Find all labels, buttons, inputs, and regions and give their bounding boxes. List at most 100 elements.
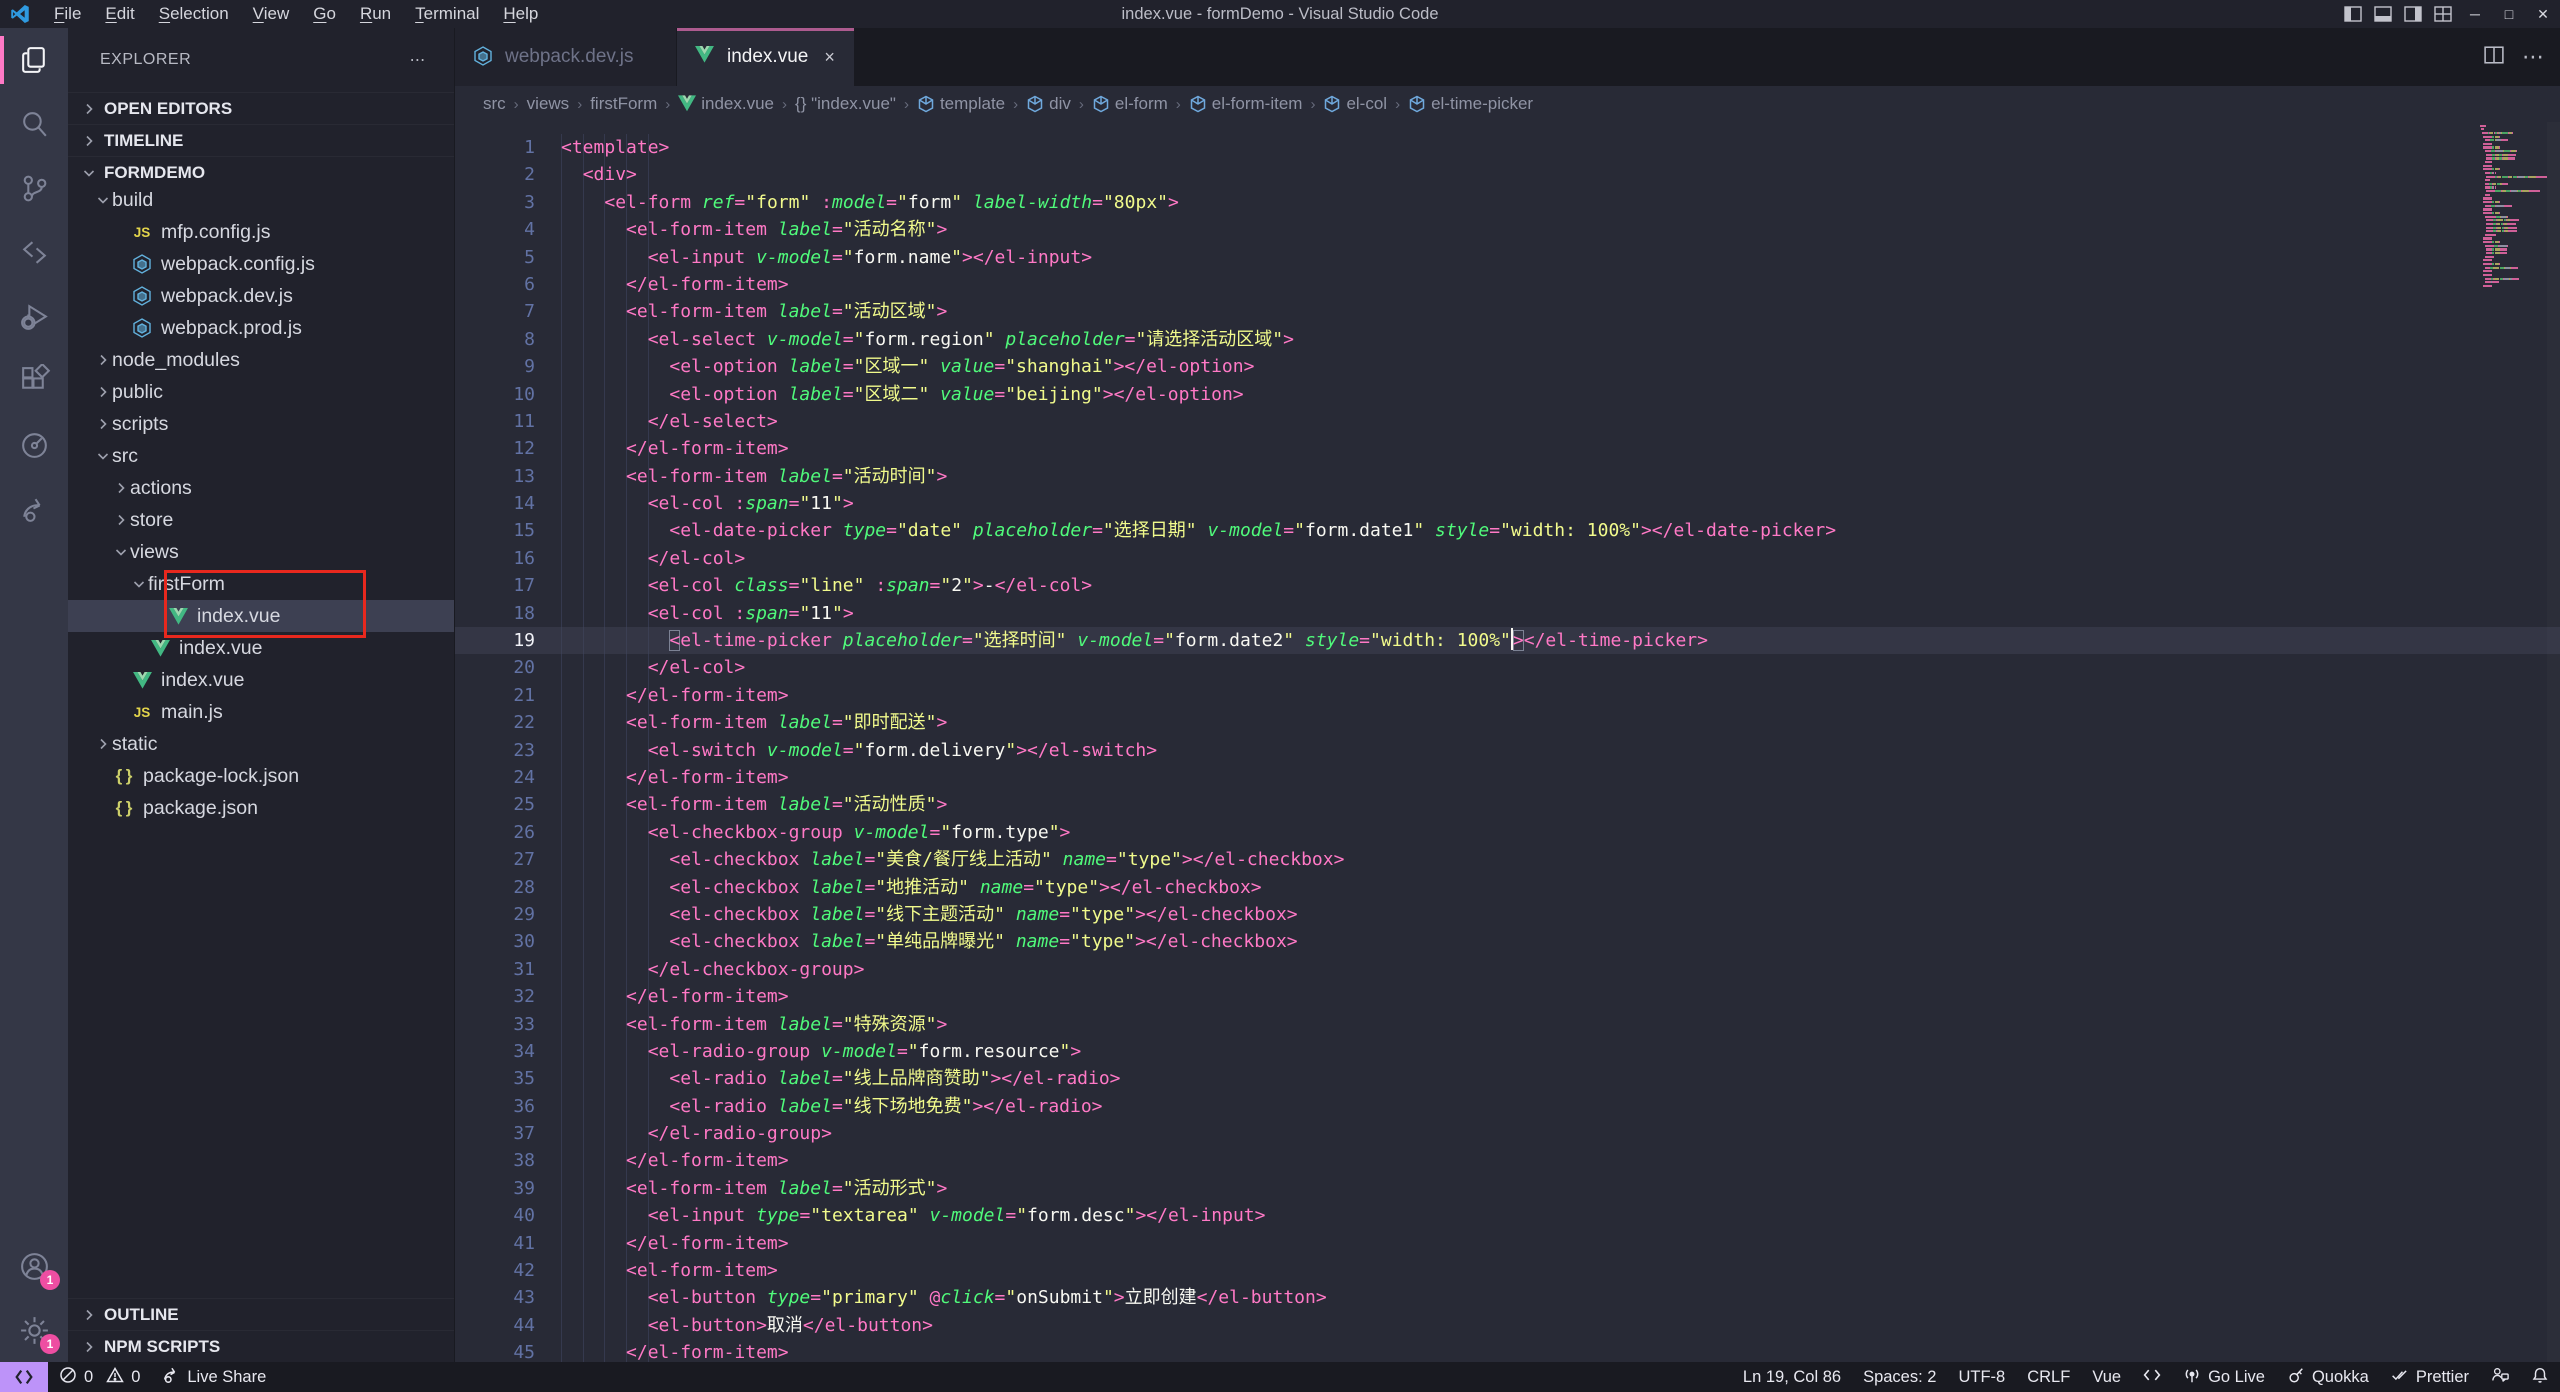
file-index.vue[interactable]: index.vue [68,632,454,664]
tab-webpack-dev-js[interactable]: webpack.dev.js [455,28,677,86]
section-npm-scripts[interactable]: NPM SCRIPTS [68,1330,454,1362]
tab-index-vue[interactable]: index.vue× [677,28,855,86]
code-line-2[interactable]: 2 <div> [455,161,2560,188]
folder-public[interactable]: public [68,376,454,408]
file-webpack.dev.js[interactable]: webpack.dev.js [68,280,454,312]
settings-icon[interactable]: 1 [0,1298,68,1362]
code-line-31[interactable]: 31 </el-checkbox-group> [455,956,2560,983]
close-button[interactable]: ✕ [2526,0,2560,28]
menu-edit[interactable]: Edit [93,0,146,28]
code-line-25[interactable]: 25 <el-form-item label="活动性质"> [455,791,2560,818]
code-line-36[interactable]: 36 <el-radio label="线下场地免费"></el-radio> [455,1093,2560,1120]
status-indentation[interactable]: Spaces: 2 [1852,1362,1947,1392]
code-line-19[interactable]: 19 <el-time-picker placeholder="选择时间" v-… [455,627,2560,654]
toggle-panel-icon[interactable] [2368,0,2398,28]
status-language-mode[interactable]: Vue [2081,1362,2132,1392]
code-line-35[interactable]: 35 <el-radio label="线上品牌商赞助"></el-radio> [455,1065,2560,1092]
breadcrumb-item[interactable]: el-col [1323,94,1387,114]
status-problems[interactable]: 00 [48,1362,151,1392]
menu-view[interactable]: View [241,0,302,28]
customize-layout-icon[interactable] [2428,0,2458,28]
code-editor[interactable]: 1<template>2 <div>3 <el-form ref="form" … [455,122,2560,1362]
code-line-21[interactable]: 21 </el-form-item> [455,682,2560,709]
code-line-38[interactable]: 38 </el-form-item> [455,1147,2560,1174]
code-line-7[interactable]: 7 <el-form-item label="活动区域"> [455,298,2560,325]
menu-run[interactable]: Run [348,0,403,28]
status-encoding[interactable]: UTF-8 [1947,1362,2016,1392]
code-line-26[interactable]: 26 <el-checkbox-group v-model="form.type… [455,819,2560,846]
editor-more-actions-icon[interactable]: ⋯ [2522,44,2546,70]
file-main.js[interactable]: JSmain.js [68,696,454,728]
status-go-live[interactable]: Go Live [2172,1362,2276,1392]
status-brackets-indicator[interactable] [2132,1362,2172,1392]
breadcrumb-item[interactable]: index.vue [678,94,774,114]
account-icon[interactable]: 1 [0,1234,68,1298]
section-timeline[interactable]: TIMELINE [68,124,454,156]
split-editor-icon[interactable] [2484,46,2504,69]
code-line-39[interactable]: 39 <el-form-item label="活动形式"> [455,1175,2560,1202]
code-line-29[interactable]: 29 <el-checkbox label="线下主题活动" name="typ… [455,901,2560,928]
code-compare-icon[interactable] [0,220,68,284]
breadcrumb-item[interactable]: el-time-picker [1408,94,1533,114]
status-eol[interactable]: CRLF [2016,1362,2081,1392]
folder-actions[interactable]: actions [68,472,454,504]
code-line-16[interactable]: 16 </el-col> [455,545,2560,572]
code-line-12[interactable]: 12 </el-form-item> [455,435,2560,462]
file-webpack.config.js[interactable]: webpack.config.js [68,248,454,280]
code-line-22[interactable]: 22 <el-form-item label="即时配送"> [455,709,2560,736]
file-mfp.config.js[interactable]: JSmfp.config.js [68,216,454,248]
status-prettier[interactable]: Prettier [2380,1362,2480,1392]
breadcrumb-item[interactable]: views [527,94,570,114]
breadcrumb-item[interactable]: firstForm [590,94,657,114]
code-line-27[interactable]: 27 <el-checkbox label="美食/餐厅线上活动" name="… [455,846,2560,873]
folder-build[interactable]: build [68,184,454,216]
code-line-14[interactable]: 14 <el-col :span="11"> [455,490,2560,517]
code-line-9[interactable]: 9 <el-option label="区域一" value="shanghai… [455,353,2560,380]
code-line-33[interactable]: 33 <el-form-item label="特殊资源"> [455,1011,2560,1038]
tab-close-icon[interactable]: × [824,47,835,68]
code-line-13[interactable]: 13 <el-form-item label="活动时间"> [455,463,2560,490]
code-line-20[interactable]: 20 </el-col> [455,654,2560,681]
breadcrumb-item[interactable]: {} "index.vue" [795,94,896,114]
code-line-11[interactable]: 11 </el-select> [455,408,2560,435]
breadcrumb-item[interactable]: el-form-item [1189,94,1303,114]
code-line-30[interactable]: 30 <el-checkbox label="单纯品牌曝光" name="typ… [455,928,2560,955]
code-line-45[interactable]: 45 </el-form-item> [455,1339,2560,1362]
code-line-8[interactable]: 8 <el-select v-model="form.region" place… [455,326,2560,353]
source-control-icon[interactable] [0,156,68,220]
file-webpack.prod.js[interactable]: webpack.prod.js [68,312,454,344]
folder-node-modules[interactable]: node_modules [68,344,454,376]
section-open-editors[interactable]: OPEN EDITORS [68,92,454,124]
code-line-15[interactable]: 15 <el-date-picker type="date" placehold… [455,517,2560,544]
minimize-button[interactable]: ─ [2458,0,2492,28]
breadcrumb-item[interactable]: el-form [1092,94,1168,114]
breadcrumb-item[interactable]: template [917,94,1005,114]
status-live-share[interactable]: Live Share [151,1362,277,1392]
code-line-5[interactable]: 5 <el-input v-model="form.name"></el-inp… [455,244,2560,271]
status-feedback[interactable] [2480,1362,2520,1392]
menu-file[interactable]: File [42,0,93,28]
file-index.vue[interactable]: index.vue [68,664,454,696]
code-line-18[interactable]: 18 <el-col :span="11"> [455,600,2560,627]
code-line-10[interactable]: 10 <el-option label="区域二" value="beijing… [455,381,2560,408]
search-icon[interactable] [0,92,68,156]
folder-firstform[interactable]: firstForm [68,568,454,600]
folder-store[interactable]: store [68,504,454,536]
menu-selection[interactable]: Selection [147,0,241,28]
code-line-37[interactable]: 37 </el-radio-group> [455,1120,2560,1147]
status-quokka[interactable]: Quokka [2276,1362,2380,1392]
folder-src[interactable]: src [68,440,454,472]
menu-terminal[interactable]: Terminal [403,0,491,28]
toggle-secondary-sidebar-icon[interactable] [2398,0,2428,28]
code-line-42[interactable]: 42 <el-form-item> [455,1257,2560,1284]
toggle-sidebar-icon[interactable] [2338,0,2368,28]
folder-views[interactable]: views [68,536,454,568]
code-line-4[interactable]: 4 <el-form-item label="活动名称"> [455,216,2560,243]
folder-scripts[interactable]: scripts [68,408,454,440]
menu-help[interactable]: Help [491,0,550,28]
minimap[interactable] [2480,124,2546,288]
breadcrumb-item[interactable]: div [1026,94,1071,114]
editor-scrollbar[interactable] [2547,122,2560,1362]
status-cursor-position[interactable]: Ln 19, Col 86 [1732,1362,1852,1392]
status-notifications[interactable] [2520,1362,2560,1392]
